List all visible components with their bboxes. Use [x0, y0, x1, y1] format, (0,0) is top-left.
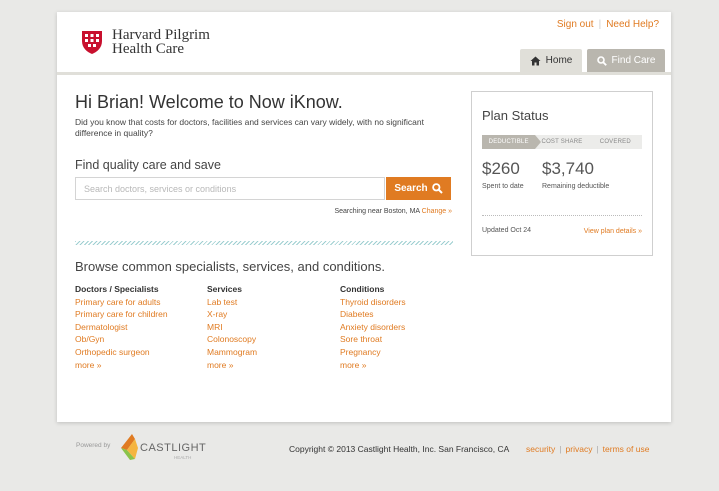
- logo-text: Harvard Pilgrim Health Care: [112, 27, 210, 57]
- tab-home-label: Home: [545, 55, 573, 66]
- list-item[interactable]: Anxiety disorders: [340, 321, 406, 334]
- doctors-column: Doctors / Specialists Primary care for a…: [75, 283, 168, 372]
- plan-divider: [482, 215, 642, 216]
- tab-find-care-label: Find Care: [611, 55, 656, 66]
- castlight-sub: HEALTH: [174, 455, 191, 460]
- sign-out-link[interactable]: Sign out: [557, 19, 594, 30]
- link-separator: |: [559, 444, 562, 454]
- intro-text: Did you know that costs for doctors, fac…: [75, 117, 424, 138]
- list-item[interactable]: Pregnancy: [340, 346, 406, 359]
- column-heading: Services: [207, 284, 242, 294]
- services-column: Services Lab test X-ray MRI Colonoscopy …: [207, 283, 257, 372]
- list-item[interactable]: MRI: [207, 321, 257, 334]
- link-separator: |: [598, 19, 602, 30]
- remaining-label: Remaining deductible: [542, 183, 610, 190]
- hatched-divider: [75, 241, 453, 245]
- list-item[interactable]: Dermatologist: [75, 321, 168, 334]
- plan-status-panel: Plan Status DEDUCTIBLE COST SHARE COVERE…: [471, 91, 653, 256]
- list-item[interactable]: Mammogram: [207, 346, 257, 359]
- updated-date: Updated Oct 24: [482, 227, 532, 234]
- spent-label: Spent to date: [482, 183, 524, 190]
- page-card: Harvard Pilgrim Health Care Sign out | Nee…: [57, 12, 671, 422]
- list-item[interactable]: Ob/Gyn: [75, 333, 168, 346]
- list-item[interactable]: Sore throat: [340, 333, 406, 346]
- need-help-link[interactable]: Need Help?: [606, 19, 659, 30]
- header-divider: [57, 72, 671, 75]
- security-link[interactable]: security: [526, 444, 555, 454]
- step-covered: COVERED: [588, 135, 642, 149]
- more-link[interactable]: more »: [340, 359, 406, 372]
- privacy-link[interactable]: privacy: [566, 444, 593, 454]
- tab-find-care[interactable]: Find Care: [587, 49, 665, 72]
- list-item[interactable]: Primary care for adults: [75, 296, 168, 309]
- change-location-link[interactable]: Change »: [422, 208, 452, 215]
- column-heading: Doctors / Specialists: [75, 284, 159, 294]
- list-item[interactable]: X-ray: [207, 308, 257, 321]
- footer-links: security | privacy | terms of use: [526, 444, 649, 454]
- search-location-text: Searching near Boston, MA: [334, 208, 420, 215]
- list-item[interactable]: Thyroid disorders: [340, 296, 406, 309]
- search-button-label: Search: [394, 183, 428, 194]
- logo-line-1: Harvard Pilgrim: [112, 27, 210, 43]
- powered-by-label: Powered by: [76, 442, 111, 449]
- list-item[interactable]: Diabetes: [340, 308, 406, 321]
- welcome-heading: Hi Brian! Welcome to Now iKnow.: [75, 92, 343, 112]
- more-link[interactable]: more »: [207, 359, 257, 372]
- step-cost-share: COST SHARE: [535, 135, 589, 149]
- find-care-title: Find quality care and save: [75, 158, 221, 172]
- search-button[interactable]: Search: [386, 177, 451, 200]
- home-icon: [530, 56, 541, 65]
- link-separator: |: [596, 444, 599, 454]
- top-links: Sign out | Need Help?: [557, 19, 659, 30]
- spent-amount: $260: [482, 159, 520, 178]
- search-location: Searching near Boston, MA Change »: [247, 208, 452, 215]
- terms-of-use-link[interactable]: terms of use: [603, 444, 650, 454]
- list-item[interactable]: Orthopedic surgeon: [75, 346, 168, 359]
- header: Harvard Pilgrim Health Care Sign out | Nee…: [57, 12, 671, 72]
- shield-icon: [82, 31, 102, 54]
- search-icon: [431, 183, 443, 194]
- column-heading: Conditions: [340, 284, 385, 294]
- harvard-pilgrim-logo[interactable]: Harvard Pilgrim Health Care: [79, 27, 210, 57]
- step-deductible: DEDUCTIBLE: [482, 135, 542, 149]
- view-plan-details-link[interactable]: View plan details »: [584, 228, 642, 235]
- list-item[interactable]: Lab test: [207, 296, 257, 309]
- copyright-text: Copyright © 2013 Castlight Health, Inc. …: [289, 444, 510, 454]
- conditions-column: Conditions Thyroid disorders Diabetes An…: [340, 283, 406, 372]
- search-icon: [596, 55, 607, 66]
- plan-status-title: Plan Status: [482, 108, 549, 123]
- more-link[interactable]: more »: [75, 359, 168, 372]
- tab-home[interactable]: Home: [520, 49, 582, 72]
- plan-progress-steps: DEDUCTIBLE COST SHARE COVERED: [482, 135, 642, 149]
- castlight-logo[interactable]: CASTLIGHT HEALTH: [118, 432, 210, 462]
- search-input[interactable]: Search doctors, services or conditions: [75, 177, 385, 200]
- remaining-amount: $3,740: [542, 159, 594, 178]
- castlight-wordmark: CASTLIGHT: [140, 442, 206, 454]
- list-item[interactable]: Primary care for children: [75, 308, 168, 321]
- browse-title: Browse common specialists, services, and…: [75, 259, 385, 274]
- logo-line-2: Health Care: [112, 41, 185, 57]
- list-item[interactable]: Colonoscopy: [207, 333, 257, 346]
